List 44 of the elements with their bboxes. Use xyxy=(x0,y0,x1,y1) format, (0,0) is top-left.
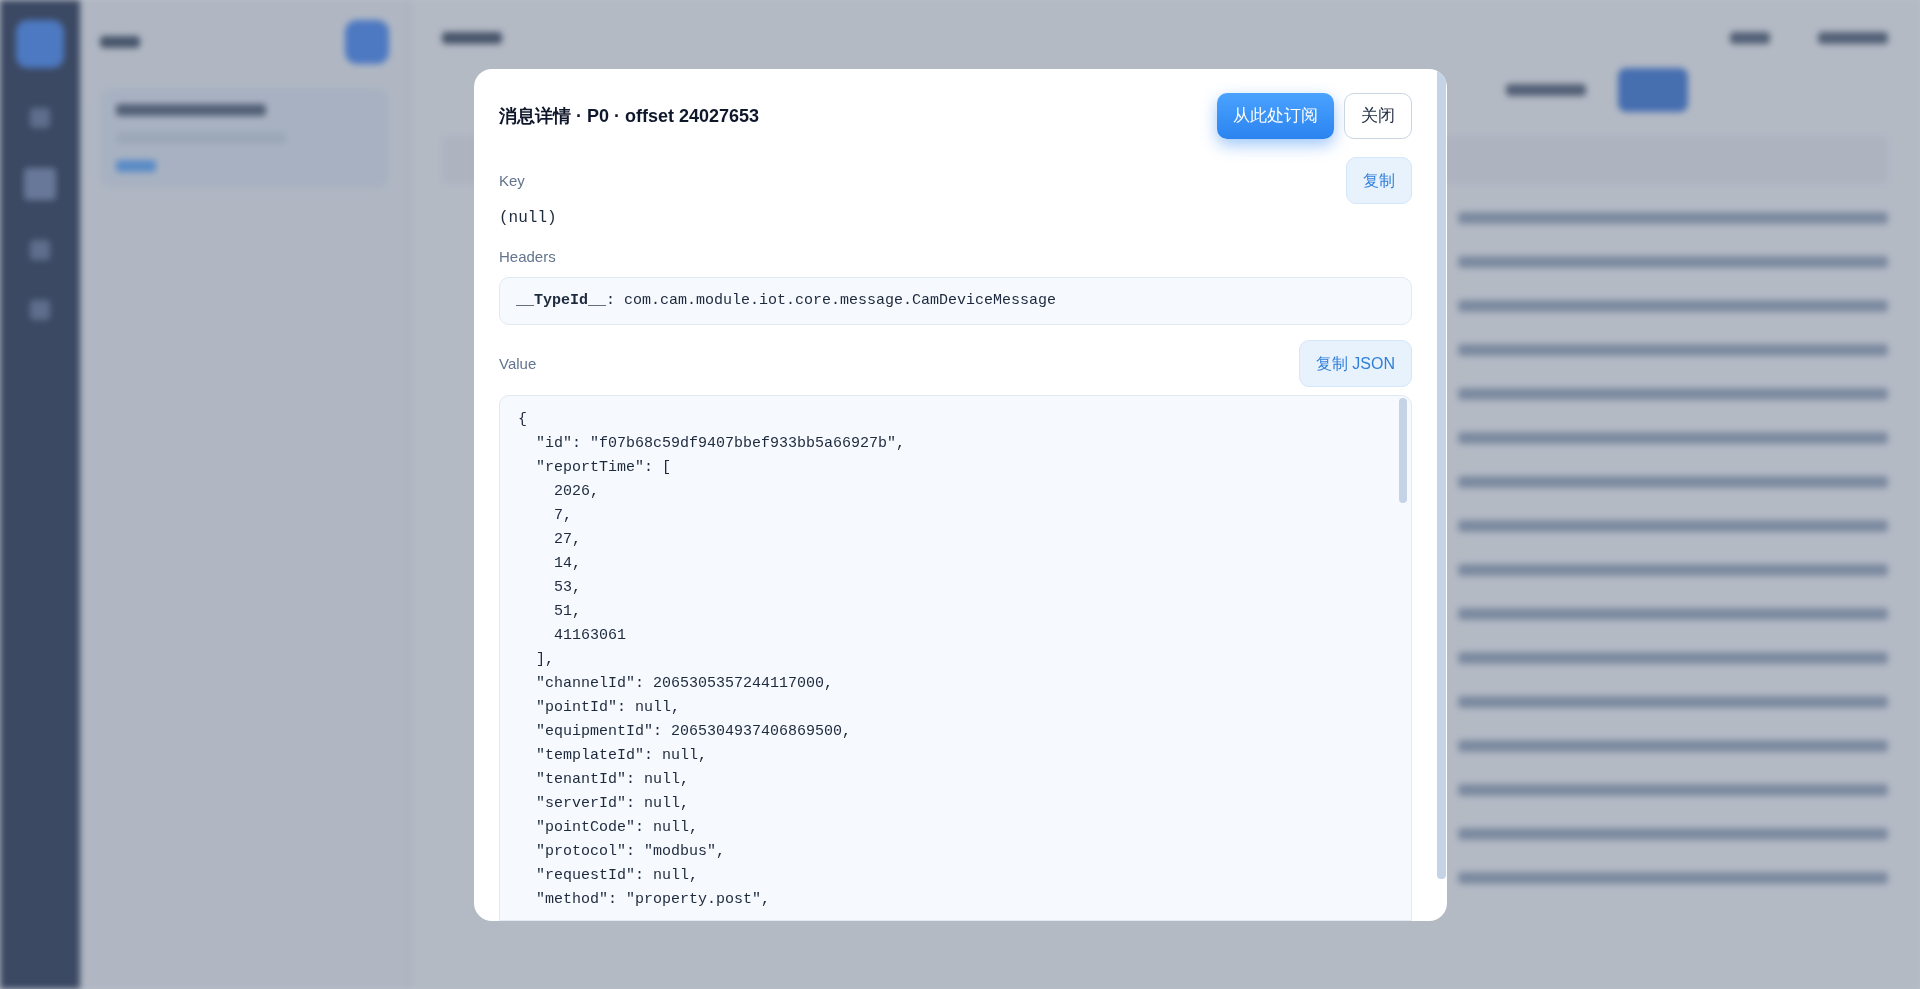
code-line: "templateId": null, xyxy=(535,746,708,766)
copy-key-button[interactable]: 复制 xyxy=(1346,157,1412,204)
scrollbar-thumb[interactable] xyxy=(1437,69,1446,879)
headers-label: Headers xyxy=(499,247,557,267)
nav-icon xyxy=(30,240,50,260)
blurred-text xyxy=(100,36,140,48)
close-button[interactable]: 关闭 xyxy=(1344,93,1412,139)
blurred-text xyxy=(1730,32,1770,44)
code-line: "id": "f07b68c59df9407bbef933bb5a66927b", xyxy=(535,434,906,454)
code-line: 51, xyxy=(553,602,581,622)
code-line: "protocol": "modbus", xyxy=(535,842,726,862)
blurred-text xyxy=(1818,32,1888,44)
dialog-title: 消息详情 · P0 · offset 24027653 xyxy=(499,104,760,128)
subscribe-from-here-button[interactable]: 从此处订阅 xyxy=(1217,93,1334,139)
code-line: 27, xyxy=(553,530,581,550)
code-line: "method": "property.post", xyxy=(535,890,771,910)
code-line: "tenantId": null, xyxy=(535,770,690,790)
code-line: "pointId": null, xyxy=(535,698,681,718)
blurred-text xyxy=(116,160,156,172)
app-logo-icon xyxy=(16,20,64,68)
nav-icon xyxy=(30,300,50,320)
nav-icon xyxy=(24,168,56,200)
code-line: 7, xyxy=(553,506,572,526)
code-line: "pointCode": null, xyxy=(535,818,699,838)
scrollbar-thumb[interactable] xyxy=(1399,398,1407,503)
code-line: "serverId": null, xyxy=(535,794,690,814)
code-line: 2026, xyxy=(553,482,599,502)
blurred-text xyxy=(442,32,502,44)
key-value: (null) xyxy=(499,208,558,229)
add-icon xyxy=(345,20,389,64)
code-line: "reportTime": [ xyxy=(535,458,672,478)
key-label: Key xyxy=(499,170,525,191)
code-line: 14, xyxy=(553,554,581,574)
nav-icon xyxy=(30,108,50,128)
code-line: 41163061 xyxy=(553,626,627,646)
code-line: "requestId": null, xyxy=(535,866,699,886)
code-line: { xyxy=(518,410,527,430)
code-line: "channelId": 2065305357244117000, xyxy=(535,674,834,694)
copy-json-button[interactable]: 复制 JSON xyxy=(1298,340,1412,387)
code-line: ], xyxy=(535,650,554,670)
value-label: Value xyxy=(499,353,537,374)
code-line: 53, xyxy=(553,578,581,598)
header-entry: __TypeId__: com.cam.module.iot.core.message.CamDeviceMessage xyxy=(516,290,1058,311)
code-line: "equipmentId": 2065304937406869500, xyxy=(535,722,852,742)
